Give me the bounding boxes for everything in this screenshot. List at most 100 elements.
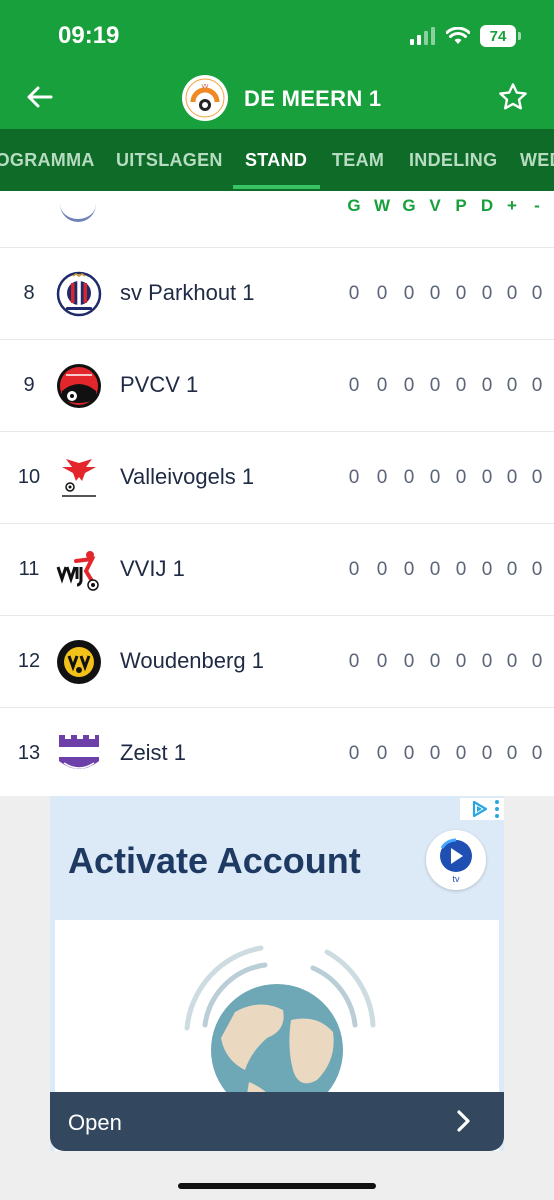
de-meern-crest-icon: VV xyxy=(185,78,225,118)
stat-cell: 0 xyxy=(481,651,493,672)
stat-cell: 0 xyxy=(429,559,441,580)
home-indicator[interactable] xyxy=(178,1183,376,1189)
stat-cell: 0 xyxy=(506,467,518,488)
back-button[interactable] xyxy=(22,80,56,114)
valleivogels-logo-icon xyxy=(62,459,96,497)
stat-cell: 0 xyxy=(481,743,493,764)
stat-cell: 0 xyxy=(376,375,388,396)
team-position: 8 xyxy=(23,282,35,304)
stat-cell: 0 xyxy=(506,559,518,580)
stat-cell: 0 xyxy=(376,651,388,672)
column-header: + xyxy=(507,196,517,215)
ad-app-logo: tv xyxy=(426,830,486,890)
standings-table[interactable]: G W G V P D + - 8 sv Parkhout 1 0 0 0 0 … xyxy=(0,191,554,796)
svg-text:VV: VV xyxy=(202,84,209,90)
play-badge-icon: tv xyxy=(440,838,472,884)
page-title: DE MEERN 1 xyxy=(244,86,382,111)
stat-cell: 0 xyxy=(531,283,543,304)
stat-cell: 0 xyxy=(376,467,388,488)
stat-cell: 0 xyxy=(403,375,415,396)
team-name: Zeist 1 xyxy=(120,740,187,765)
table-row[interactable]: 10 Valleivogels 1 0 0 0 0 0 0 0 0 xyxy=(0,431,554,523)
team-name: PVCV 1 xyxy=(120,372,199,397)
table-row[interactable]: 8 sv Parkhout 1 0 0 0 0 0 0 0 0 xyxy=(0,247,554,339)
stat-cell: 0 xyxy=(403,651,415,672)
tab-team[interactable]: TEAM xyxy=(332,150,384,171)
ad-choices-button[interactable] xyxy=(460,798,504,820)
stat-cell: 0 xyxy=(531,651,543,672)
stat-cell: 0 xyxy=(348,283,360,304)
stat-cell: 0 xyxy=(403,467,415,488)
team-position: 13 xyxy=(17,742,41,764)
team-name: sv Parkhout 1 xyxy=(120,280,255,305)
star-outline-icon xyxy=(499,83,527,110)
team-position: 11 xyxy=(18,558,40,580)
tab-wedstrijden[interactable]: WEDSTRIJDEN xyxy=(520,150,554,171)
favorite-button[interactable] xyxy=(496,80,530,114)
table-row[interactable]: 13 Zeist 1 0 0 0 0 0 0 0 0 xyxy=(0,707,554,796)
team-name: VVIJ 1 xyxy=(120,556,185,581)
column-header: P xyxy=(455,196,467,215)
column-header: - xyxy=(534,196,540,215)
stat-cell: 0 xyxy=(531,559,543,580)
table-row[interactable]: 11 VVIJ 1 0 0 0 0 0 0 0 0 xyxy=(0,523,554,615)
stat-cell: 0 xyxy=(531,375,543,396)
stat-cell: 0 xyxy=(455,283,467,304)
club-logo: VV xyxy=(182,75,228,121)
active-tab-indicator xyxy=(233,185,320,189)
ad-banner[interactable]: Activate Account tv Open xyxy=(50,796,504,1151)
arrow-left-icon xyxy=(27,86,53,108)
stat-cell: 0 xyxy=(348,559,360,580)
stat-cell: 0 xyxy=(455,651,467,672)
stat-cell: 0 xyxy=(403,283,415,304)
tab-programma[interactable]: PROGRAMMA xyxy=(0,150,95,171)
team-name: Woudenberg 1 xyxy=(120,648,264,673)
table-header: G W G V P D + - xyxy=(0,191,554,222)
stat-cell: 0 xyxy=(348,467,360,488)
zeist-logo-icon xyxy=(59,735,99,769)
table-row[interactable]: 12 Woudenberg 1 0 0 0 0 0 0 0 0 xyxy=(0,615,554,707)
stat-cell: 0 xyxy=(531,743,543,764)
tab-stand[interactable]: STAND xyxy=(245,150,307,171)
status-time: 09:19 xyxy=(58,22,120,49)
stat-cell: 0 xyxy=(481,283,493,304)
stat-cell: 0 xyxy=(531,467,543,488)
stat-cell: 0 xyxy=(403,743,415,764)
signal-icon xyxy=(410,27,435,45)
stat-cell: 0 xyxy=(455,467,467,488)
ad-badge-text: tv xyxy=(452,874,460,884)
app-header: 09:19 74 VV DE MEERN 1 xyxy=(0,0,554,129)
woudenberg-logo-icon xyxy=(57,640,101,684)
ad-open-label: Open xyxy=(68,1110,122,1135)
battery-icon: 74 xyxy=(480,25,521,47)
table-row[interactable]: 9 PVCV 1 0 0 0 0 0 0 0 0 xyxy=(0,339,554,431)
stat-cell: 0 xyxy=(348,743,360,764)
column-header: V xyxy=(429,196,441,215)
ad-open-button[interactable]: Open xyxy=(50,1092,504,1151)
stat-cell: 0 xyxy=(376,559,388,580)
team-name: Valleivogels 1 xyxy=(120,464,255,489)
stat-cell: 0 xyxy=(455,559,467,580)
column-header: G xyxy=(402,196,416,215)
team-logo xyxy=(60,200,96,222)
stat-cell: 0 xyxy=(376,743,388,764)
pvcv-logo-icon xyxy=(57,364,101,408)
tab-indeling[interactable]: INDELING xyxy=(409,150,497,171)
column-header: D xyxy=(480,196,494,215)
chevron-right-icon xyxy=(457,1110,470,1132)
team-position: 9 xyxy=(23,374,35,396)
stat-cell: 0 xyxy=(429,375,441,396)
tab-uitslagen[interactable]: UITSLAGEN xyxy=(116,150,223,171)
stat-cell: 0 xyxy=(506,743,518,764)
stat-cell: 0 xyxy=(429,743,441,764)
stat-cell: 0 xyxy=(455,375,467,396)
stat-cell: 0 xyxy=(506,283,518,304)
ad-choices-icon xyxy=(472,800,499,818)
stat-cell: 0 xyxy=(455,743,467,764)
stat-cell: 0 xyxy=(506,651,518,672)
stat-cell: 0 xyxy=(348,375,360,396)
team-position: 10 xyxy=(17,466,41,488)
column-header: W xyxy=(373,196,391,215)
stat-cell: 0 xyxy=(403,559,415,580)
wifi-icon xyxy=(446,27,470,44)
